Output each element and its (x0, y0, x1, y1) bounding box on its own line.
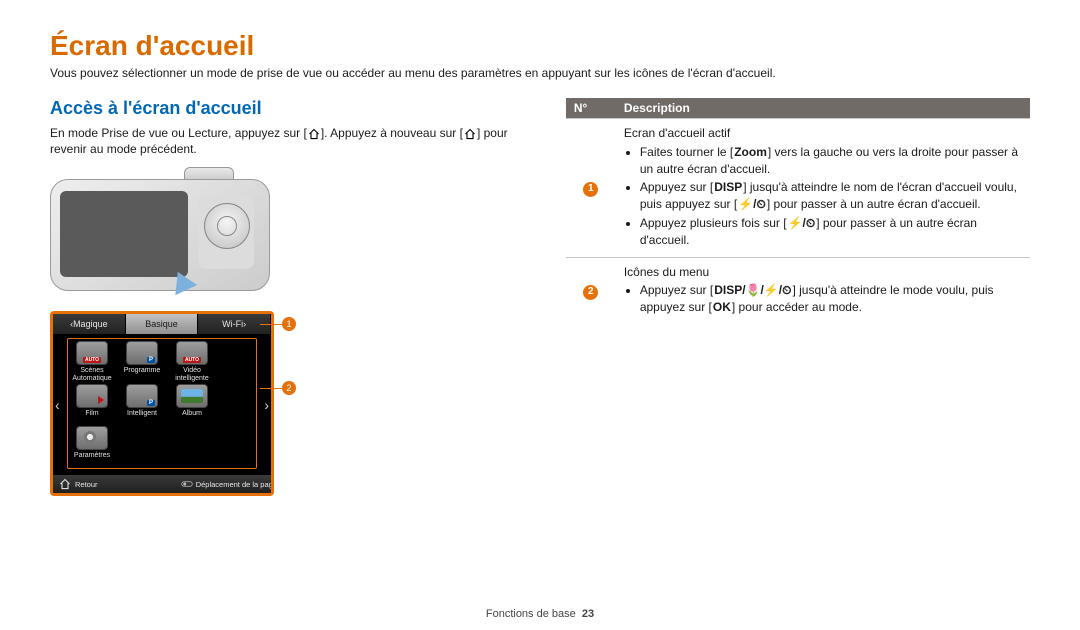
app-label: Film (85, 410, 98, 424)
key-label: DISP/🌷/⚡/⏲ (714, 282, 791, 299)
app-label: Intelligent (127, 410, 157, 424)
list-item: Appuyez plusieurs fois sur [⚡/⏲] pour pa… (640, 215, 1022, 249)
row-title: Ecran d'accueil actif (624, 125, 1022, 142)
table-header-number: N° (566, 98, 616, 119)
app-icon (76, 341, 108, 365)
chevron-right-icon[interactable]: › (264, 397, 269, 413)
tab-bar: ‹ Magique Basique Wi-Fi › (53, 314, 271, 334)
table-header-description: Description (616, 98, 1030, 119)
tab-basique[interactable]: Basique (126, 314, 199, 334)
app-label: Programme (124, 367, 161, 381)
app-label: Vidéointelligente (175, 367, 208, 382)
app-icon (176, 384, 208, 408)
row-title: Icônes du menu (624, 264, 1022, 281)
key-label: DISP (714, 179, 742, 196)
app-film[interactable]: Film (72, 384, 112, 424)
app-icon (76, 384, 108, 408)
annotation-1-badge: 1 (282, 317, 296, 331)
section-body: En mode Prise de vue ou Lecture, appuyez… (50, 125, 530, 157)
home-icon (464, 128, 476, 140)
row-number-badge: 1 (583, 182, 598, 197)
app-icon (76, 426, 108, 450)
page-footer: Fonctions de base 23 (0, 608, 1080, 620)
chevron-left-icon[interactable]: ‹ (55, 397, 60, 413)
app-icon (126, 384, 158, 408)
list-item: Faites tourner le [Zoom] vers la gauche … (640, 144, 1022, 178)
dpad-icon (204, 203, 250, 249)
table-row: 2 Icônes du menuAppuyez sur [DISP/🌷/⚡/⏲] … (566, 257, 1030, 324)
home-screen-screenshot: ‹ Magique Basique Wi-Fi › ‹ › ScènesAuto… (50, 311, 314, 496)
home-icon (59, 478, 71, 490)
description-table: N° Description 1 Ecran d'accueil actif Fai… (566, 98, 1030, 324)
list-item: Appuyez sur [DISP/🌷/⚡/⏲] jusqu'à atteind… (640, 282, 1022, 316)
app-intelligent[interactable]: Intelligent (122, 384, 162, 424)
footer-move-label: Déplacement de la page (196, 480, 274, 489)
key-label: Zoom (734, 144, 767, 161)
app-label: Album (182, 410, 202, 424)
app-scènes[interactable]: ScènesAutomatique (72, 341, 112, 382)
tab-magique[interactable]: ‹ Magique (53, 314, 126, 334)
app-icon (126, 341, 158, 365)
app-icon (176, 341, 208, 365)
key-label: ⚡/⏲ (738, 196, 766, 213)
app-paramètres[interactable]: Paramètres (72, 426, 112, 466)
app-label: Paramètres (74, 452, 110, 466)
section-title: Accès à l'écran d'accueil (50, 98, 530, 119)
footer-back-label[interactable]: Retour (75, 480, 98, 489)
page-intro: Vous pouvez sélectionner un mode de pris… (50, 66, 1030, 80)
key-label: OK (713, 299, 731, 316)
camera-illustration (50, 167, 268, 297)
page-title: Écran d'accueil (50, 30, 1030, 62)
annotation-2-badge: 2 (282, 381, 296, 395)
home-icon (308, 128, 320, 140)
app-label: ScènesAutomatique (72, 367, 111, 382)
list-item: Appuyez sur [DISP] jusqu'à atteindre le … (640, 179, 1022, 213)
table-row: 1 Ecran d'accueil actif Faites tourner le … (566, 119, 1030, 258)
row-number-badge: 2 (583, 285, 598, 300)
key-label: ⚡/⏲ (788, 215, 816, 232)
app-programme[interactable]: Programme (122, 341, 162, 382)
app-vidéo[interactable]: Vidéointelligente (172, 341, 212, 382)
app-album[interactable]: Album (172, 384, 212, 424)
zoom-icon (181, 478, 193, 490)
